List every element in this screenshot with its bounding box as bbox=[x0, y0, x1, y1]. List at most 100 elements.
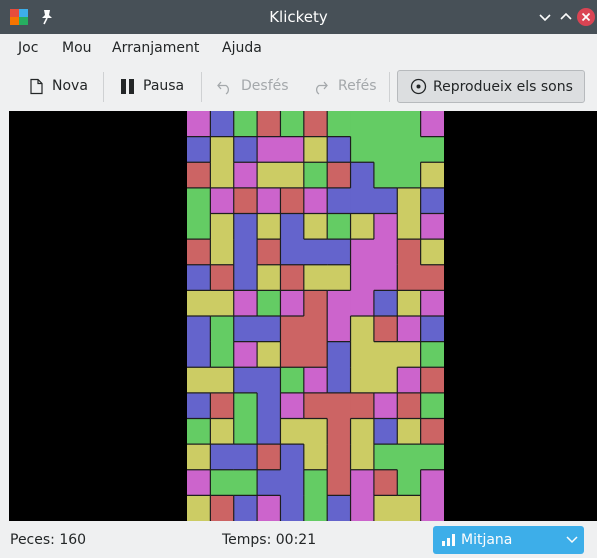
board-cell[interactable] bbox=[373, 239, 398, 266]
board-cell[interactable] bbox=[210, 187, 235, 214]
board-cell[interactable] bbox=[257, 469, 281, 496]
board-cell[interactable] bbox=[303, 187, 328, 214]
board-cell[interactable] bbox=[233, 341, 258, 368]
menu-mou[interactable]: Mou bbox=[60, 34, 94, 62]
board-cell[interactable] bbox=[373, 367, 398, 394]
board-cell[interactable] bbox=[280, 444, 305, 471]
board-cell[interactable] bbox=[210, 469, 235, 496]
board-cell[interactable] bbox=[303, 162, 328, 189]
board-cell[interactable] bbox=[350, 316, 375, 343]
board-cell[interactable] bbox=[373, 111, 398, 138]
board-cell[interactable] bbox=[257, 392, 281, 419]
board-cell[interactable] bbox=[257, 264, 281, 291]
board-cell[interactable] bbox=[233, 367, 258, 394]
board-cell[interactable] bbox=[257, 239, 281, 266]
board-cell[interactable] bbox=[210, 290, 235, 317]
board-cell[interactable] bbox=[350, 367, 375, 394]
board-cell[interactable] bbox=[327, 341, 351, 368]
board-cell[interactable] bbox=[210, 264, 235, 291]
piece-grid[interactable] bbox=[187, 111, 444, 521]
board-cell[interactable] bbox=[233, 316, 258, 343]
board-cell[interactable] bbox=[397, 367, 422, 394]
board-cell[interactable] bbox=[280, 495, 305, 521]
board-cell[interactable] bbox=[303, 136, 328, 163]
board-cell[interactable] bbox=[420, 162, 444, 189]
board-cell[interactable] bbox=[257, 136, 281, 163]
board-cell[interactable] bbox=[350, 264, 375, 291]
board-cell[interactable] bbox=[233, 213, 258, 240]
board-cell[interactable] bbox=[187, 341, 211, 368]
board-cell[interactable] bbox=[420, 444, 444, 471]
board-cell[interactable] bbox=[303, 316, 328, 343]
board-cell[interactable] bbox=[257, 444, 281, 471]
board-cell[interactable] bbox=[233, 162, 258, 189]
board-cell[interactable] bbox=[210, 213, 235, 240]
board-cell[interactable] bbox=[350, 213, 375, 240]
board-cell[interactable] bbox=[327, 136, 351, 163]
board-cell[interactable] bbox=[350, 495, 375, 521]
redo-button[interactable]: Refés bbox=[306, 70, 386, 103]
board-cell[interactable] bbox=[187, 264, 211, 291]
board-cell[interactable] bbox=[280, 341, 305, 368]
board-cell[interactable] bbox=[280, 367, 305, 394]
board-cell[interactable] bbox=[187, 111, 211, 138]
board-cell[interactable] bbox=[397, 136, 422, 163]
board-cell[interactable] bbox=[303, 495, 328, 521]
board-cell[interactable] bbox=[233, 239, 258, 266]
board-cell[interactable] bbox=[420, 111, 444, 138]
board-cell[interactable] bbox=[397, 239, 422, 266]
board-cell[interactable] bbox=[350, 136, 375, 163]
board-cell[interactable] bbox=[257, 111, 281, 138]
board-cell[interactable] bbox=[327, 392, 351, 419]
board-cell[interactable] bbox=[327, 290, 351, 317]
board-cell[interactable] bbox=[257, 213, 281, 240]
board-cell[interactable] bbox=[280, 316, 305, 343]
board-cell[interactable] bbox=[303, 444, 328, 471]
board-cell[interactable] bbox=[187, 495, 211, 521]
board-cell[interactable] bbox=[327, 213, 351, 240]
board-cell[interactable] bbox=[187, 469, 211, 496]
board-cell[interactable] bbox=[257, 418, 281, 445]
board-cell[interactable] bbox=[303, 213, 328, 240]
board-cell[interactable] bbox=[210, 341, 235, 368]
board-cell[interactable] bbox=[420, 290, 444, 317]
board-cell[interactable] bbox=[303, 239, 328, 266]
board-cell[interactable] bbox=[187, 316, 211, 343]
board-cell[interactable] bbox=[373, 418, 398, 445]
board-cell[interactable] bbox=[397, 213, 422, 240]
board-cell[interactable] bbox=[210, 111, 235, 138]
board-cell[interactable] bbox=[327, 316, 351, 343]
board-cell[interactable] bbox=[233, 469, 258, 496]
board-cell[interactable] bbox=[210, 136, 235, 163]
board-cell[interactable] bbox=[187, 290, 211, 317]
board-cell[interactable] bbox=[420, 264, 444, 291]
board-cell[interactable] bbox=[187, 213, 211, 240]
menu-arranjament[interactable]: Arranjament bbox=[110, 34, 201, 62]
board-cell[interactable] bbox=[397, 316, 422, 343]
board-cell[interactable] bbox=[420, 367, 444, 394]
board-cell[interactable] bbox=[327, 367, 351, 394]
board-cell[interactable] bbox=[420, 316, 444, 343]
board-cell[interactable] bbox=[233, 444, 258, 471]
board-cell[interactable] bbox=[350, 469, 375, 496]
board-cell[interactable] bbox=[397, 418, 422, 445]
board-cell[interactable] bbox=[280, 239, 305, 266]
board-cell[interactable] bbox=[233, 290, 258, 317]
board-cell[interactable] bbox=[280, 136, 305, 163]
menu-ajuda[interactable]: Ajuda bbox=[220, 34, 264, 62]
board-cell[interactable] bbox=[327, 495, 351, 521]
board-cell[interactable] bbox=[373, 187, 398, 214]
board-cell[interactable] bbox=[210, 162, 235, 189]
board-cell[interactable] bbox=[303, 418, 328, 445]
board-cell[interactable] bbox=[350, 162, 375, 189]
board-cell[interactable] bbox=[327, 264, 351, 291]
undo-button[interactable]: Desfés bbox=[210, 70, 298, 103]
board-cell[interactable] bbox=[350, 392, 375, 419]
board-cell[interactable] bbox=[280, 162, 305, 189]
board-cell[interactable] bbox=[350, 444, 375, 471]
board-cell[interactable] bbox=[350, 341, 375, 368]
board-cell[interactable] bbox=[187, 392, 211, 419]
board-cell[interactable] bbox=[233, 392, 258, 419]
board-cell[interactable] bbox=[303, 264, 328, 291]
board-cell[interactable] bbox=[303, 341, 328, 368]
